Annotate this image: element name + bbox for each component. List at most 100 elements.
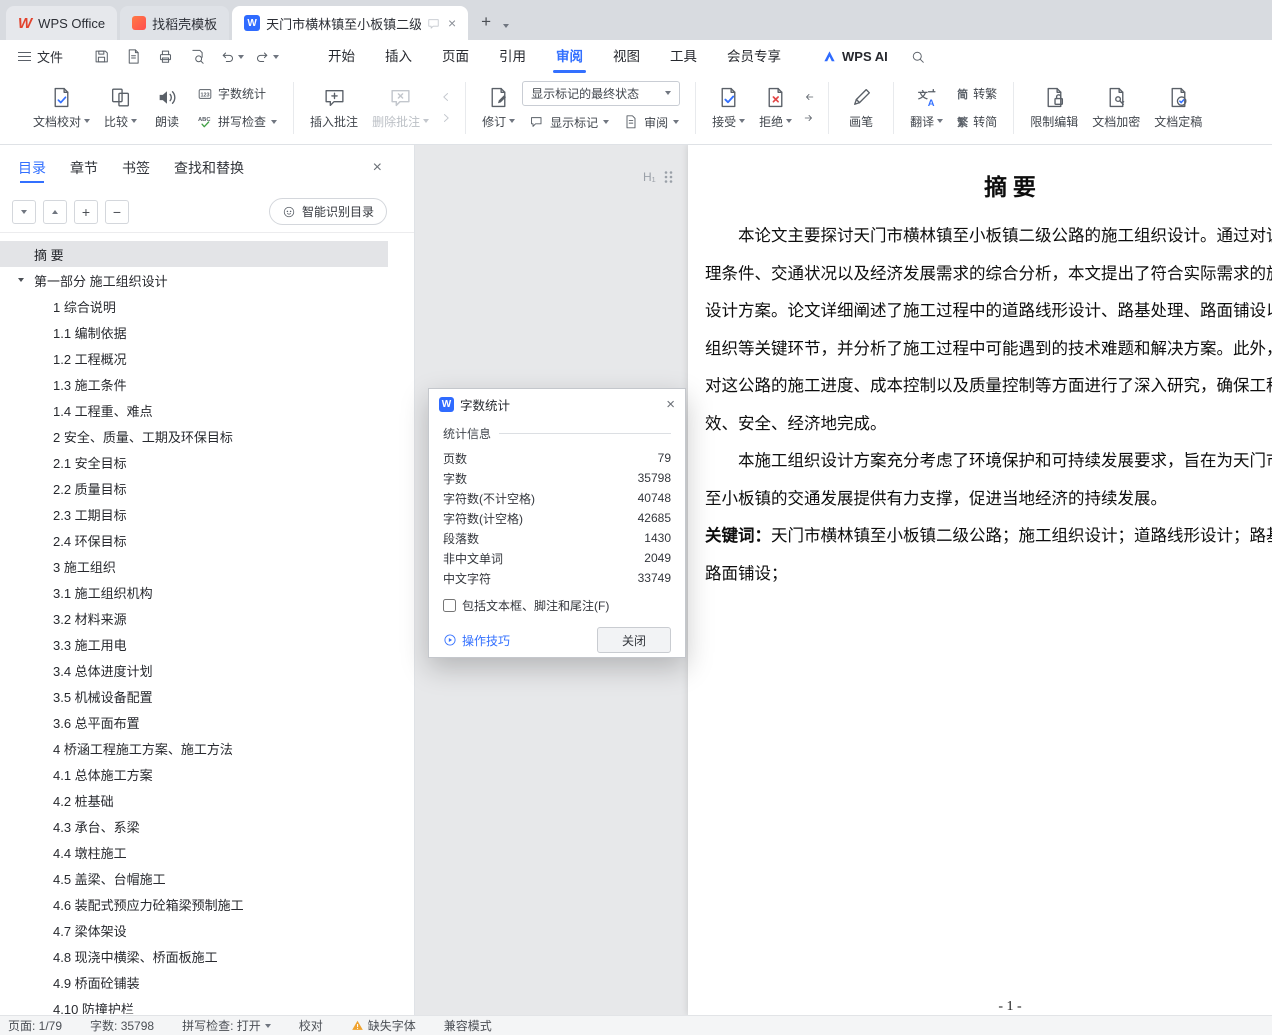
to-traditional-button[interactable]: 简 转繁 — [950, 81, 1004, 106]
status-compat-mode[interactable]: 兼容模式 — [444, 1017, 492, 1034]
menu-tab[interactable]: 页面 — [427, 40, 484, 73]
status-missing-font[interactable]: 缺失字体 — [351, 1017, 416, 1034]
collapse-all-button[interactable] — [12, 199, 36, 224]
sidebar-tab[interactable]: 目录 — [18, 145, 46, 191]
tips-link[interactable]: 操作技巧 — [443, 632, 510, 649]
restrict-editing-button[interactable]: 限制编辑 — [1023, 77, 1085, 139]
translate-button[interactable]: 文A 翻译 — [903, 77, 950, 139]
status-proofread[interactable]: 校对 — [299, 1017, 323, 1034]
close-sidebar-icon[interactable]: × — [373, 145, 382, 191]
search-button[interactable] — [910, 49, 926, 65]
toc-item[interactable]: 1 综合说明 — [0, 293, 388, 319]
document-page[interactable]: 摘 要 本论文主要探讨天门市横林镇至小板镇二级公路的施工组织设计。通过对该区 理条… — [688, 145, 1272, 1015]
toc-item[interactable]: 3.3 施工用电 — [0, 631, 388, 657]
finalize-doc-button[interactable]: 文档定稿 — [1147, 77, 1209, 139]
word-count-button[interactable]: 123 字数统计 — [190, 81, 284, 106]
toc-item[interactable]: 第一部分 施工组织设计 — [0, 267, 388, 293]
toc-item[interactable]: 4.10 防撞护栏 — [0, 995, 388, 1015]
sidebar-tab[interactable]: 书签 — [122, 145, 150, 191]
toc-item[interactable]: 4 桥涵工程施工方案、施工方法 — [0, 735, 388, 761]
toc-item[interactable]: 4.3 承台、系梁 — [0, 813, 388, 839]
to-simplified-button[interactable]: 繁 转简 — [950, 109, 1004, 134]
toc-item[interactable]: 4.1 总体施工方案 — [0, 761, 388, 787]
markup-state-select[interactable]: 显示标记的最终状态 — [522, 80, 681, 106]
expand-all-button[interactable] — [43, 199, 67, 224]
menu-tab[interactable]: 工具 — [655, 40, 712, 73]
sidebar-tab[interactable]: 章节 — [70, 145, 98, 191]
toc-item[interactable]: 2.3 工期目标 — [0, 501, 388, 527]
ink-brush-button[interactable]: 画笔 — [838, 77, 884, 139]
paragraph-handle[interactable]: H₁ — [643, 170, 674, 184]
toc-item[interactable]: 3.4 总体进度计划 — [0, 657, 388, 683]
toc-item[interactable]: 2.4 环保目标 — [0, 527, 388, 553]
show-markup-button[interactable]: 显示标记 — [522, 110, 616, 135]
toc-item[interactable]: 4.2 桩基础 — [0, 787, 388, 813]
zoom-out-outline-button[interactable]: − — [105, 199, 129, 224]
delete-comment-button[interactable]: 删除批注 — [365, 77, 436, 139]
menu-tab[interactable]: 插入 — [370, 40, 427, 73]
toc-item[interactable]: 4.6 装配式预应力砼箱梁预制施工 — [0, 891, 388, 917]
tab-document[interactable]: W 天门市横林镇至小板镇二级公 × — [232, 6, 469, 40]
close-tab-icon[interactable]: × — [448, 15, 456, 31]
previous-revision-button[interactable] — [799, 88, 819, 106]
print-button[interactable] — [153, 45, 177, 69]
toc-item[interactable]: 3.6 总平面布置 — [0, 709, 388, 735]
menu-tab[interactable]: 视图 — [598, 40, 655, 73]
menu-tab[interactable]: 开始 — [313, 40, 370, 73]
tab-list-chevron-icon[interactable] — [503, 24, 510, 28]
include-footnotes-checkbox-row[interactable]: 包括文本框、脚注和尾注(F) — [443, 597, 671, 614]
toc-item[interactable]: 3.1 施工组织机构 — [0, 579, 388, 605]
track-changes-button[interactable]: 修订 — [475, 77, 522, 139]
toc-item[interactable]: 3 施工组织 — [0, 553, 388, 579]
toc-item[interactable]: 4.4 墩柱施工 — [0, 839, 388, 865]
status-spellcheck[interactable]: 拼写检查: 打开 — [182, 1017, 271, 1034]
tab-docer-template[interactable]: 找稻壳模板 — [120, 6, 230, 40]
redo-button[interactable] — [254, 48, 280, 65]
toc-item[interactable]: 摘 要 — [0, 241, 388, 267]
next-revision-button[interactable] — [799, 109, 819, 127]
toc-item[interactable]: 1.1 编制依据 — [0, 319, 388, 345]
doc-proofread-button[interactable]: 文档校对 — [26, 77, 97, 139]
toc-item[interactable]: 4.7 梁体架设 — [0, 917, 388, 943]
previous-comment-button[interactable] — [436, 88, 456, 106]
toc-item[interactable]: 2 安全、质量、工期及环保目标 — [0, 423, 388, 449]
toc-item[interactable]: 1.2 工程概况 — [0, 345, 388, 371]
menu-tab[interactable]: 引用 — [484, 40, 541, 73]
toc-item[interactable]: 2.1 安全目标 — [0, 449, 388, 475]
close-dialog-icon[interactable]: × — [666, 396, 675, 413]
toc-item[interactable]: 4.9 桥面砼铺装 — [0, 969, 388, 995]
undo-button[interactable] — [219, 48, 245, 65]
print-preview-button[interactable] — [185, 45, 209, 69]
new-tab-button[interactable]: + — [481, 12, 491, 32]
spell-check-button[interactable]: ABC 拼写检查 — [190, 109, 284, 134]
toc-item[interactable]: 4.5 盖梁、台帽施工 — [0, 865, 388, 891]
wps-ai-button[interactable]: WPS AI — [822, 49, 888, 64]
next-comment-button[interactable] — [436, 109, 456, 127]
toc-item[interactable]: 3.5 机械设备配置 — [0, 683, 388, 709]
toc-item[interactable]: 3.2 材料来源 — [0, 605, 388, 631]
insert-comment-button[interactable]: 插入批注 — [303, 77, 365, 139]
save-button[interactable] — [89, 45, 113, 69]
compare-button[interactable]: 比较 — [97, 77, 144, 139]
toc-item[interactable]: 2.2 质量目标 — [0, 475, 388, 501]
output-pdf-button[interactable] — [121, 45, 145, 69]
read-aloud-button[interactable]: 朗读 — [144, 77, 190, 139]
accept-revision-button[interactable]: 接受 — [705, 77, 752, 139]
menu-tab[interactable]: 审阅 — [541, 40, 598, 73]
status-page-indicator[interactable]: 页面: 1/79 — [8, 1017, 62, 1034]
toc-item[interactable]: 1.4 工程重、难点 — [0, 397, 388, 423]
toc-item[interactable]: 1.3 施工条件 — [0, 371, 388, 397]
include-footnotes-checkbox[interactable] — [443, 599, 456, 612]
dialog-close-button[interactable]: 关闭 — [597, 627, 671, 653]
smart-recognize-toc-button[interactable]: 智能识别目录 — [268, 198, 387, 225]
tab-wps-office[interactable]: W WPS Office — [6, 6, 118, 40]
zoom-in-outline-button[interactable]: + — [74, 199, 98, 224]
reject-revision-button[interactable]: 拒绝 — [752, 77, 799, 139]
sidebar-tab[interactable]: 查找和替换 — [174, 145, 244, 191]
status-word-count[interactable]: 字数: 35798 — [90, 1017, 154, 1034]
menu-tab[interactable]: 会员专享 — [712, 40, 796, 73]
encrypt-doc-button[interactable]: 文档加密 — [1085, 77, 1147, 139]
toc-item[interactable]: 4.8 现浇中横梁、桥面板施工 — [0, 943, 388, 969]
review-menu-button[interactable]: 审阅 — [616, 110, 686, 135]
file-menu-button[interactable]: 文件 — [0, 47, 75, 66]
